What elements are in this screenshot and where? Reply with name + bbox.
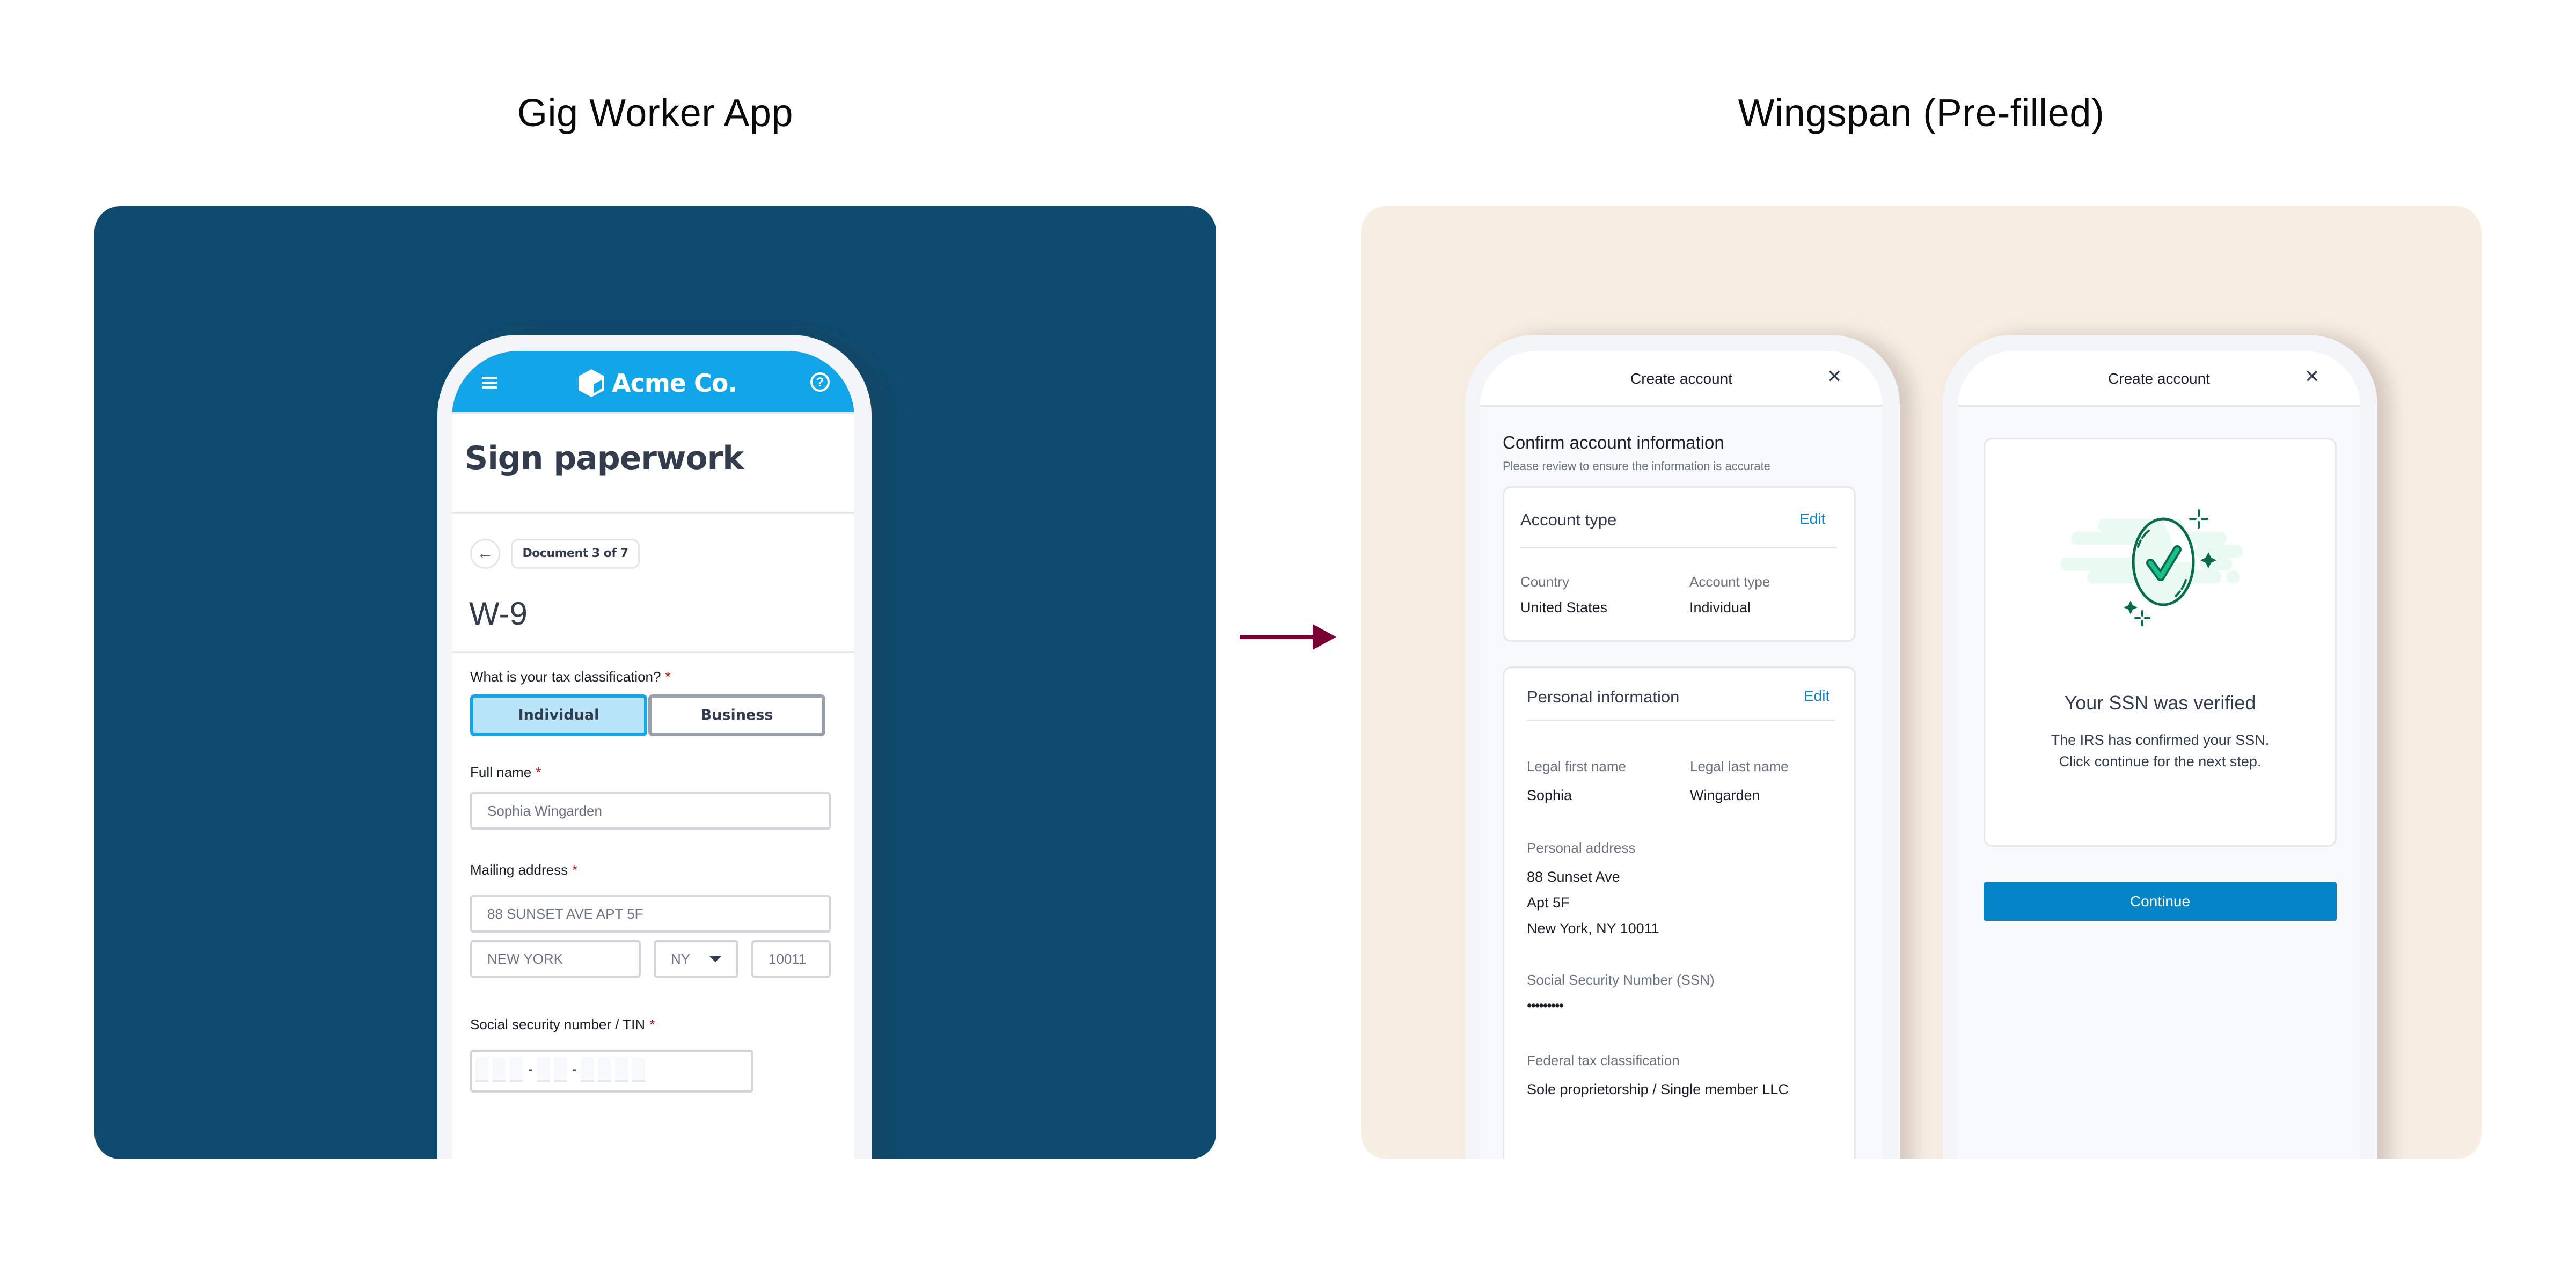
zip-input[interactable]: 10011 bbox=[751, 940, 831, 978]
field-value: Individual bbox=[1689, 599, 1751, 615]
field-value: United States bbox=[1520, 599, 1608, 615]
ssn-digit-cell[interactable] bbox=[475, 1057, 488, 1082]
last-name-label: Legal last name bbox=[1690, 758, 1789, 774]
chevron-down-icon bbox=[709, 956, 721, 962]
last-name-value: Wingarden bbox=[1690, 787, 1760, 803]
ssn-separator: - bbox=[528, 1062, 532, 1077]
close-icon[interactable]: ✕ bbox=[2304, 366, 2320, 387]
ssn-masked-value: ••••••••• bbox=[1527, 998, 1564, 1014]
tax-option-individual[interactable]: Individual bbox=[470, 694, 647, 736]
ssn-digit-cell[interactable] bbox=[632, 1057, 645, 1082]
card-title: Personal information bbox=[1527, 687, 1680, 706]
label-text: What is your tax classification? bbox=[470, 669, 661, 685]
modal-header: Create account ✕ bbox=[1958, 351, 2360, 407]
hamburger-icon[interactable] bbox=[482, 377, 497, 389]
ssn-label: Social Security Number (SSN) bbox=[1527, 972, 1715, 988]
first-name-value: Sophia bbox=[1527, 787, 1572, 803]
app-header: Acme Co. ? bbox=[452, 351, 854, 414]
arrow-right-icon bbox=[1240, 624, 1336, 650]
ssn-label: Social security number / TIN * bbox=[470, 1016, 655, 1033]
state-select[interactable]: NY bbox=[654, 940, 738, 978]
modal-title: Create account bbox=[1630, 370, 1732, 387]
verification-title: Your SSN was verified bbox=[2064, 692, 2256, 714]
cube-icon bbox=[579, 369, 604, 397]
verification-message: The IRS has confirmed your SSN. Click co… bbox=[1985, 729, 2335, 772]
tax-classification-label: Federal tax classification bbox=[1527, 1052, 1680, 1068]
confirm-subtitle: Please review to ensure the information … bbox=[1503, 459, 1770, 473]
tax-option-business[interactable]: Business bbox=[648, 694, 825, 736]
section-title-gig-worker-app: Gig Worker App bbox=[517, 92, 793, 135]
arrow-left-icon: ← bbox=[477, 543, 494, 562]
card-title: Account type bbox=[1520, 510, 1617, 529]
confirm-account-screen: Create account ✕ Confirm account informa… bbox=[1480, 351, 1883, 1159]
brand-logo: Acme Co. bbox=[577, 367, 737, 399]
required-mark: * bbox=[649, 1016, 655, 1032]
modal-header: Create account ✕ bbox=[1480, 351, 1883, 407]
ssn-digit-cell[interactable] bbox=[554, 1057, 567, 1082]
address-line: Apt 5F bbox=[1527, 895, 1570, 911]
divider bbox=[1520, 547, 1837, 548]
confirm-title: Confirm account information bbox=[1503, 433, 1724, 452]
street-address-input[interactable]: 88 SUNSET AVE APT 5F bbox=[470, 895, 831, 933]
full-name-input[interactable]: Sophia Wingarden bbox=[470, 792, 831, 830]
divider bbox=[452, 512, 854, 514]
ssn-digit-cell[interactable] bbox=[598, 1057, 611, 1082]
personal-information-card: Personal information Edit Legal first na… bbox=[1503, 666, 1856, 1159]
verified-check-icon bbox=[2060, 509, 2243, 626]
tax-classification-label: What is your tax classification? * bbox=[470, 669, 671, 685]
account-type-card: Account type Edit Country United States … bbox=[1503, 486, 1856, 642]
divider bbox=[452, 651, 854, 653]
mailing-address-label: Mailing address * bbox=[470, 862, 577, 878]
document-progress-badge: Document 3 of 7 bbox=[511, 539, 640, 569]
first-name-label: Legal first name bbox=[1527, 758, 1626, 774]
verification-card: Your SSN was verified The IRS has confir… bbox=[1984, 438, 2337, 847]
address-label: Personal address bbox=[1527, 840, 1636, 856]
ssn-digit-cell[interactable] bbox=[510, 1057, 523, 1082]
continue-button[interactable]: Continue bbox=[1984, 882, 2337, 921]
ssn-separator: - bbox=[572, 1062, 576, 1077]
form-title: W-9 bbox=[469, 596, 528, 632]
label-text: Full name bbox=[470, 764, 532, 780]
page-title: Sign paperwork bbox=[465, 439, 744, 477]
ssn-digit-cell[interactable] bbox=[493, 1057, 506, 1082]
edit-account-type-link[interactable]: Edit bbox=[1799, 510, 1825, 527]
gig-worker-app-panel: Acme Co. ? Sign paperwork ← Document 3 o… bbox=[94, 206, 1216, 1159]
required-mark: * bbox=[536, 764, 541, 780]
brand-name: Acme Co. bbox=[612, 369, 737, 398]
field-label: Country bbox=[1520, 574, 1570, 590]
ssn-input[interactable]: - - bbox=[470, 1050, 753, 1093]
ssn-digit-cell[interactable] bbox=[581, 1057, 594, 1082]
city-input[interactable]: NEW YORK bbox=[470, 940, 641, 978]
divider bbox=[1527, 720, 1835, 721]
help-circle-icon[interactable]: ? bbox=[810, 372, 830, 392]
ssn-digit-cell[interactable] bbox=[537, 1057, 550, 1082]
gig-app-screen: Acme Co. ? Sign paperwork ← Document 3 o… bbox=[452, 351, 854, 1159]
modal-title: Create account bbox=[2108, 370, 2210, 387]
edit-personal-info-link[interactable]: Edit bbox=[1804, 687, 1829, 705]
field-label: Account type bbox=[1689, 574, 1770, 590]
back-button[interactable]: ← bbox=[470, 539, 500, 569]
wingspan-panel: Create account ✕ Confirm account informa… bbox=[1361, 206, 2482, 1159]
message-line: The IRS has confirmed your SSN. bbox=[2051, 732, 2270, 748]
message-line: Click continue for the next step. bbox=[2059, 753, 2262, 770]
address-line: 88 Sunset Ave bbox=[1527, 869, 1620, 885]
ssn-verified-screen: Create account ✕ Your SSN was verified T… bbox=[1958, 351, 2360, 1159]
label-text: Social security number / TIN bbox=[470, 1016, 646, 1032]
required-mark: * bbox=[572, 862, 578, 878]
section-title-wingspan: Wingspan (Pre-filled) bbox=[1738, 92, 2105, 135]
address-line: New York, NY 10011 bbox=[1527, 920, 1659, 936]
tax-classification-value: Sole proprietorship / Single member LLC bbox=[1527, 1081, 1789, 1097]
full-name-label: Full name * bbox=[470, 764, 541, 781]
required-mark: * bbox=[665, 669, 671, 685]
state-value: NY bbox=[671, 951, 691, 967]
close-icon[interactable]: ✕ bbox=[1827, 366, 1842, 387]
label-text: Mailing address bbox=[470, 862, 568, 878]
ssn-digit-cell[interactable] bbox=[615, 1057, 628, 1082]
